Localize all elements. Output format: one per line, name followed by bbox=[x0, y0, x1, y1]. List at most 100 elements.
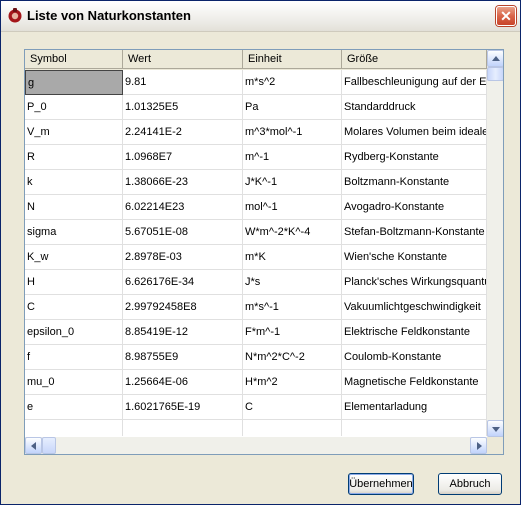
cell-einheit[interactable]: Pa bbox=[243, 95, 342, 120]
cell-einheit[interactable]: mol^-1 bbox=[243, 195, 342, 220]
cell-einheit[interactable]: J*s bbox=[243, 270, 342, 295]
table-row[interactable]: sigma 5.67051E-08 W*m^-2*K^-4 Stefan-Boltzm… bbox=[25, 220, 487, 245]
cell-groesse[interactable]: Coulomb-Konstante bbox=[342, 345, 487, 370]
cell-wert[interactable]: 2.24141E-2 bbox=[123, 120, 243, 145]
title-bar[interactable]: Liste von Naturkonstanten ✕ bbox=[1, 1, 520, 32]
cell-wert[interactable] bbox=[123, 420, 243, 436]
column-header-groesse[interactable]: Größe bbox=[342, 50, 487, 69]
apply-button[interactable]: Übernehmen bbox=[348, 473, 414, 495]
app-icon bbox=[8, 8, 22, 23]
cell-einheit[interactable]: J*K^-1 bbox=[243, 170, 342, 195]
table-row[interactable] bbox=[25, 420, 487, 436]
vertical-scrollbar[interactable] bbox=[487, 50, 503, 437]
cell-symbol[interactable]: sigma bbox=[25, 220, 123, 245]
scroll-left-button[interactable] bbox=[25, 437, 42, 454]
cell-symbol[interactable]: k bbox=[25, 170, 123, 195]
cell-symbol[interactable]: V_m bbox=[25, 120, 123, 145]
table-row[interactable]: H 6.626176E-34 J*s Planck'sches Wirkungsqua… bbox=[25, 270, 487, 295]
cell-symbol[interactable]: N bbox=[25, 195, 123, 220]
table-row[interactable]: K_w 2.8978E-03 m*K Wien'sche Konstante bbox=[25, 245, 487, 270]
table-row[interactable]: mu_0 1.25664E-06 H*m^2 Magnetische Feldkons… bbox=[25, 370, 487, 395]
dialog-body: Symbol Wert Einheit Größe g 9.81 m*s^2 Fall… bbox=[2, 32, 519, 503]
cell-groesse[interactable]: Vakuumlichtgeschwindigkeit bbox=[342, 295, 487, 320]
cell-groesse[interactable]: Planck'sches Wirkungsquantum bbox=[342, 270, 487, 295]
cell-symbol[interactable] bbox=[25, 420, 123, 436]
cell-einheit[interactable]: m^-1 bbox=[243, 145, 342, 170]
cell-wert[interactable]: 6.626176E-34 bbox=[123, 270, 243, 295]
cell-symbol[interactable]: f bbox=[25, 345, 123, 370]
table-row[interactable]: R 1.0968E7 m^-1 Rydberg-Konstante bbox=[25, 145, 487, 170]
cell-groesse[interactable]: Elementarladung bbox=[342, 395, 487, 420]
cell-symbol[interactable]: mu_0 bbox=[25, 370, 123, 395]
cancel-button[interactable]: Abbruch bbox=[438, 473, 502, 495]
column-header-einheit[interactable]: Einheit bbox=[243, 50, 342, 69]
scroll-down-button[interactable] bbox=[487, 420, 503, 437]
cell-groesse[interactable]: Stefan-Boltzmann-Konstante bbox=[342, 220, 487, 245]
cell-groesse[interactable] bbox=[342, 420, 487, 436]
cell-wert[interactable]: 1.0968E7 bbox=[123, 145, 243, 170]
cell-wert[interactable]: 2.8978E-03 bbox=[123, 245, 243, 270]
table-row[interactable]: g 9.81 m*s^2 Fallbeschleunigung auf der Er bbox=[25, 70, 487, 95]
table-row[interactable]: V_m 2.24141E-2 m^3*mol^-1 Molares Volumen b… bbox=[25, 120, 487, 145]
column-header-symbol[interactable]: Symbol bbox=[25, 50, 123, 69]
cell-wert[interactable]: 6.02214E23 bbox=[123, 195, 243, 220]
cell-groesse[interactable]: Fallbeschleunigung auf der Er bbox=[342, 70, 487, 95]
cell-einheit[interactable]: m*K bbox=[243, 245, 342, 270]
cell-einheit[interactable]: F*m^-1 bbox=[243, 320, 342, 345]
cell-groesse[interactable]: Boltzmann-Konstante bbox=[342, 170, 487, 195]
cell-groesse[interactable]: Standarddruck bbox=[342, 95, 487, 120]
cell-wert[interactable]: 8.98755E9 bbox=[123, 345, 243, 370]
cell-wert[interactable]: 1.01325E5 bbox=[123, 95, 243, 120]
table-body: g 9.81 m*s^2 Fallbeschleunigung auf der Er P… bbox=[25, 70, 487, 436]
cell-symbol[interactable]: epsilon_0 bbox=[25, 320, 123, 345]
cell-symbol[interactable]: g bbox=[25, 70, 123, 95]
cell-groesse[interactable]: Rydberg-Konstante bbox=[342, 145, 487, 170]
table-row[interactable]: P_0 1.01325E5 Pa Standarddruck bbox=[25, 95, 487, 120]
table-row[interactable]: k 1.38066E-23 J*K^-1 Boltzmann-Konstante bbox=[25, 170, 487, 195]
scroll-up-button[interactable] bbox=[487, 50, 503, 67]
cell-groesse[interactable]: Molares Volumen beim idealen bbox=[342, 120, 487, 145]
cell-symbol[interactable]: P_0 bbox=[25, 95, 123, 120]
close-button[interactable]: ✕ bbox=[496, 6, 516, 26]
cell-einheit[interactable]: W*m^-2*K^-4 bbox=[243, 220, 342, 245]
scrollbar-corner bbox=[487, 437, 503, 454]
close-icon: ✕ bbox=[500, 8, 512, 24]
horizontal-scroll-thumb[interactable] bbox=[42, 437, 56, 454]
cell-wert[interactable]: 2.99792458E8 bbox=[123, 295, 243, 320]
table-row[interactable]: f 8.98755E9 N*m^2*C^-2 Coulomb-Konstante bbox=[25, 345, 487, 370]
cell-einheit[interactable]: m*s^2 bbox=[243, 70, 342, 95]
vertical-scroll-thumb[interactable] bbox=[487, 67, 503, 81]
cell-groesse[interactable]: Elektrische Feldkonstante bbox=[342, 320, 487, 345]
cell-wert[interactable]: 1.6021765E-19 bbox=[123, 395, 243, 420]
cell-symbol[interactable]: K_w bbox=[25, 245, 123, 270]
cell-einheit[interactable]: N*m^2*C^-2 bbox=[243, 345, 342, 370]
cell-symbol[interactable]: R bbox=[25, 145, 123, 170]
cell-einheit[interactable]: H*m^2 bbox=[243, 370, 342, 395]
cell-groesse[interactable]: Avogadro-Konstante bbox=[342, 195, 487, 220]
cell-einheit[interactable] bbox=[243, 420, 342, 436]
cell-wert[interactable]: 1.25664E-06 bbox=[123, 370, 243, 395]
cell-symbol[interactable]: e bbox=[25, 395, 123, 420]
chevron-up-icon bbox=[492, 56, 500, 61]
cell-symbol[interactable]: H bbox=[25, 270, 123, 295]
horizontal-scrollbar[interactable] bbox=[25, 437, 487, 454]
cell-symbol[interactable]: C bbox=[25, 295, 123, 320]
cell-groesse[interactable]: Magnetische Feldkonstante bbox=[342, 370, 487, 395]
cell-einheit[interactable]: m*s^-1 bbox=[243, 295, 342, 320]
cell-einheit[interactable]: m^3*mol^-1 bbox=[243, 120, 342, 145]
cell-wert[interactable]: 8.85419E-12 bbox=[123, 320, 243, 345]
cell-wert[interactable]: 9.81 bbox=[123, 70, 243, 95]
table-row[interactable]: e 1.6021765E-19 C Elementarladung bbox=[25, 395, 487, 420]
table-row[interactable]: epsilon_0 8.85419E-12 F*m^-1 Elektrische Fe… bbox=[25, 320, 487, 345]
scroll-right-button[interactable] bbox=[470, 437, 487, 454]
window-title: Liste von Naturkonstanten bbox=[27, 8, 191, 23]
cell-groesse[interactable]: Wien'sche Konstante bbox=[342, 245, 487, 270]
constants-table: Symbol Wert Einheit Größe g 9.81 m*s^2 Fall… bbox=[24, 49, 504, 455]
cell-einheit[interactable]: C bbox=[243, 395, 342, 420]
cell-wert[interactable]: 5.67051E-08 bbox=[123, 220, 243, 245]
chevron-right-icon bbox=[477, 442, 482, 450]
table-row[interactable]: C 2.99792458E8 m*s^-1 Vakuumlichtgeschwindi… bbox=[25, 295, 487, 320]
table-row[interactable]: N 6.02214E23 mol^-1 Avogadro-Konstante bbox=[25, 195, 487, 220]
cell-wert[interactable]: 1.38066E-23 bbox=[123, 170, 243, 195]
column-header-wert[interactable]: Wert bbox=[123, 50, 243, 69]
